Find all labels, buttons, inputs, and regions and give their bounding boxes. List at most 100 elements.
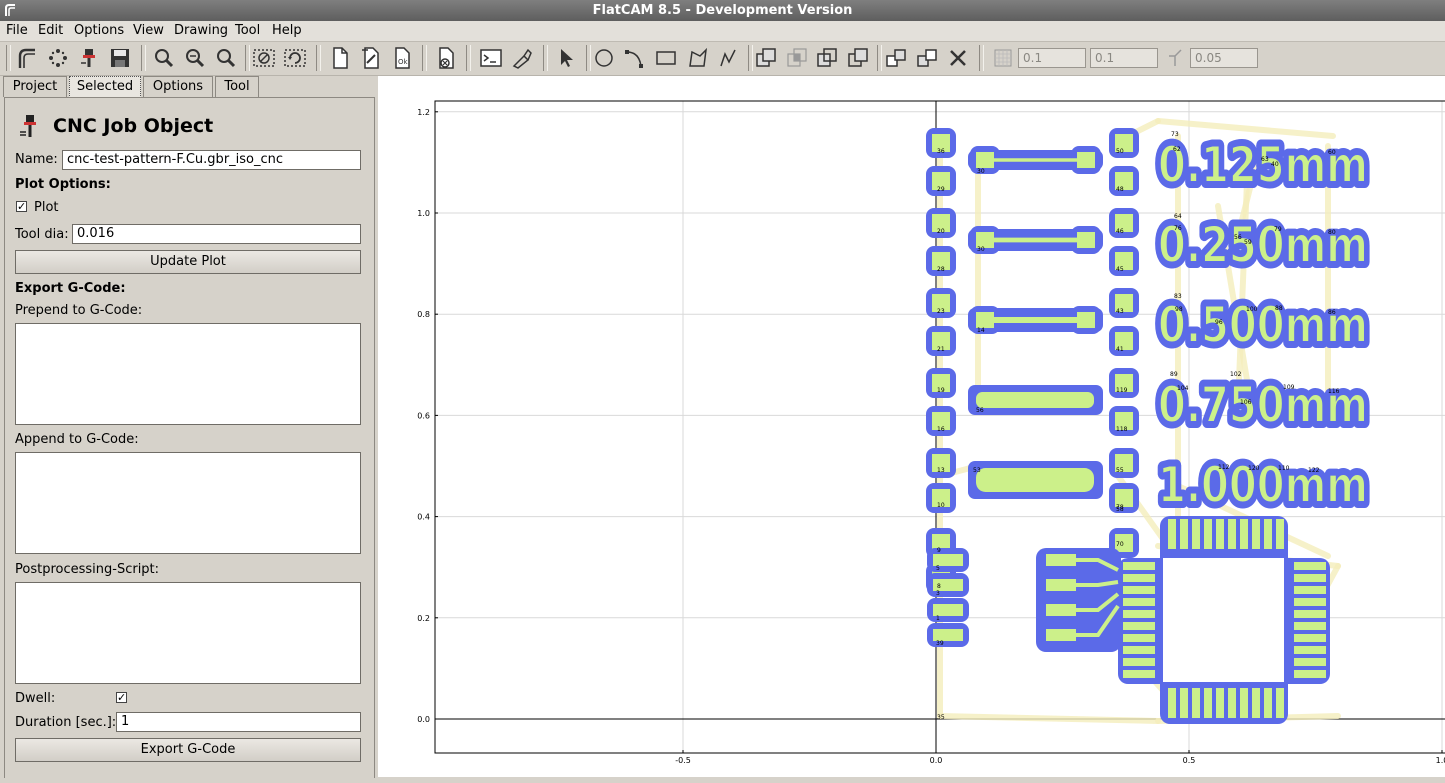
- cnc-job-icon: [20, 115, 36, 137]
- dwell-checkbox[interactable]: ✓: [116, 692, 127, 703]
- intersection-icon[interactable]: [785, 46, 809, 70]
- rectangle-tool-icon[interactable]: [654, 46, 678, 70]
- pad-number-label: 30: [977, 246, 985, 253]
- pad-number-label: 56: [976, 407, 984, 414]
- postprocessing-textarea[interactable]: [15, 582, 361, 684]
- pad-number-label: 106: [1240, 399, 1252, 406]
- circle-tool-icon[interactable]: [592, 46, 616, 70]
- status-bar: [0, 778, 1445, 783]
- pad-number-label: 8: [937, 583, 941, 590]
- delete-object-icon[interactable]: [434, 46, 458, 70]
- pad-number-label: 48: [1116, 186, 1124, 193]
- menu-options[interactable]: Options: [74, 21, 124, 41]
- clear-plot-icon[interactable]: [252, 46, 276, 70]
- shell-icon[interactable]: [479, 46, 503, 70]
- toolbar-separator: [316, 45, 321, 71]
- pad-number-label: 86: [1328, 309, 1336, 316]
- subtract-icon[interactable]: [815, 46, 839, 70]
- duration-input[interactable]: 1: [116, 712, 361, 732]
- postprocessing-label: Postprocessing-Script:: [15, 562, 160, 577]
- ic-pin-bottom: [1216, 688, 1224, 718]
- ic-pin-top: [1216, 519, 1224, 549]
- prepend-gcode-textarea[interactable]: [15, 323, 361, 425]
- ic-pin-left: [1123, 598, 1155, 606]
- copy-shape-icon[interactable]: [884, 46, 908, 70]
- toolbar-separator: [245, 45, 250, 71]
- pad-number-label: 28: [937, 266, 945, 273]
- menu-drawing[interactable]: Drawing: [174, 21, 228, 41]
- grid-y-input[interactable]: 0.1: [1090, 48, 1158, 68]
- pad-number-label: 50: [1116, 148, 1124, 155]
- zoom-out-icon[interactable]: [214, 46, 238, 70]
- svg-text:Ok: Ok: [398, 58, 409, 66]
- pad-number-label: 98: [1175, 306, 1183, 313]
- menu-help[interactable]: Help: [272, 21, 302, 41]
- ic-pin-top: [1240, 519, 1248, 549]
- plot-canvas[interactable]: -0.5 0.0 0.5 1.0 1.2 1.0 0.8 0.6 0.4 0.2 0.0 0.125m…: [378, 76, 1445, 777]
- grid-x-input[interactable]: 0.1: [1018, 48, 1086, 68]
- ic-pin-right: [1294, 598, 1326, 606]
- open-gcode-icon[interactable]: [77, 46, 101, 70]
- pad-number-label: 88: [1275, 305, 1283, 312]
- tab-selected[interactable]: Selected: [69, 76, 141, 98]
- save-project-icon[interactable]: [108, 46, 132, 70]
- replot-icon[interactable]: [283, 46, 307, 70]
- pad-number-label: 118: [1116, 426, 1128, 433]
- snap-max-input[interactable]: 0.05: [1190, 48, 1258, 68]
- open-excellon-icon[interactable]: [46, 46, 70, 70]
- trace-width-label: 0.250mm: [1158, 216, 1368, 274]
- move-shape-icon[interactable]: [915, 46, 939, 70]
- update-plot-button[interactable]: Update Plot: [15, 250, 361, 274]
- ic-pin-left: [1123, 586, 1155, 594]
- tool-dia-input[interactable]: 0.016: [72, 224, 361, 244]
- pen-tool-icon[interactable]: [510, 46, 534, 70]
- menu-view[interactable]: View: [133, 21, 164, 41]
- pad-number-label: 30: [977, 168, 985, 175]
- ic-pin-top: [1180, 519, 1188, 549]
- pad-number-label: 120: [1248, 465, 1260, 472]
- delete-shape-icon[interactable]: [946, 46, 970, 70]
- pad-number-label: 116: [1328, 388, 1340, 395]
- name-input[interactable]: cnc-test-pattern-F.Cu.gbr_iso_cnc: [62, 150, 361, 170]
- panel-title: CNC Job Object: [53, 115, 214, 137]
- plot-checkbox[interactable]: ✓: [16, 201, 27, 212]
- zoom-fit-icon[interactable]: [152, 46, 176, 70]
- tab-project[interactable]: Project: [3, 76, 67, 97]
- window-title-bar: FlatCAM 8.5 - Development Version: [0, 0, 1445, 21]
- tab-tool[interactable]: Tool: [215, 76, 259, 97]
- append-gcode-textarea[interactable]: [15, 452, 361, 554]
- menu-tool[interactable]: Tool: [235, 21, 260, 41]
- grid-snap-icon[interactable]: [991, 46, 1015, 70]
- ic-pin-right: [1294, 670, 1326, 678]
- pad-number-label: 64: [1174, 213, 1182, 220]
- pad-number-label: 96: [1215, 319, 1223, 326]
- new-geometry-icon[interactable]: [328, 46, 352, 70]
- ic-pin-top: [1228, 519, 1236, 549]
- union-icon[interactable]: [754, 46, 778, 70]
- pad-number-label: 79: [1274, 226, 1282, 233]
- pad-number-label: 80: [1328, 229, 1336, 236]
- zoom-in-icon[interactable]: [183, 46, 207, 70]
- menu-edit[interactable]: Edit: [38, 21, 63, 41]
- ic-pin-left: [1123, 562, 1155, 570]
- arc-tool-icon[interactable]: [623, 46, 647, 70]
- plot-canvas-area[interactable]: -0.5 0.0 0.5 1.0 1.2 1.0 0.8 0.6 0.4 0.2 0.0 0.125m…: [378, 76, 1445, 777]
- travel-path: [937, 713, 1161, 724]
- corner-snap-icon[interactable]: [1163, 46, 1187, 70]
- path-tool-icon[interactable]: [717, 46, 741, 70]
- pad-number-label: 73: [1171, 131, 1179, 138]
- tab-options[interactable]: Options: [143, 76, 213, 97]
- menu-file[interactable]: File: [6, 21, 28, 41]
- pad-number-label: 63: [1261, 156, 1269, 163]
- edit-geometry-icon[interactable]: [359, 46, 383, 70]
- open-gerber-icon[interactable]: [15, 46, 39, 70]
- plot-options-label: Plot Options:: [15, 177, 111, 192]
- ic-pin-bottom: [1204, 688, 1212, 718]
- pad-number-label: 112: [1218, 464, 1230, 471]
- select-pointer-icon[interactable]: [555, 46, 579, 70]
- ic-pin-top: [1252, 519, 1260, 549]
- cut-path-icon[interactable]: [846, 46, 870, 70]
- update-geometry-icon[interactable]: Ok: [390, 46, 414, 70]
- polygon-tool-icon[interactable]: [686, 46, 710, 70]
- export-gcode-button[interactable]: Export G-Code: [15, 738, 361, 762]
